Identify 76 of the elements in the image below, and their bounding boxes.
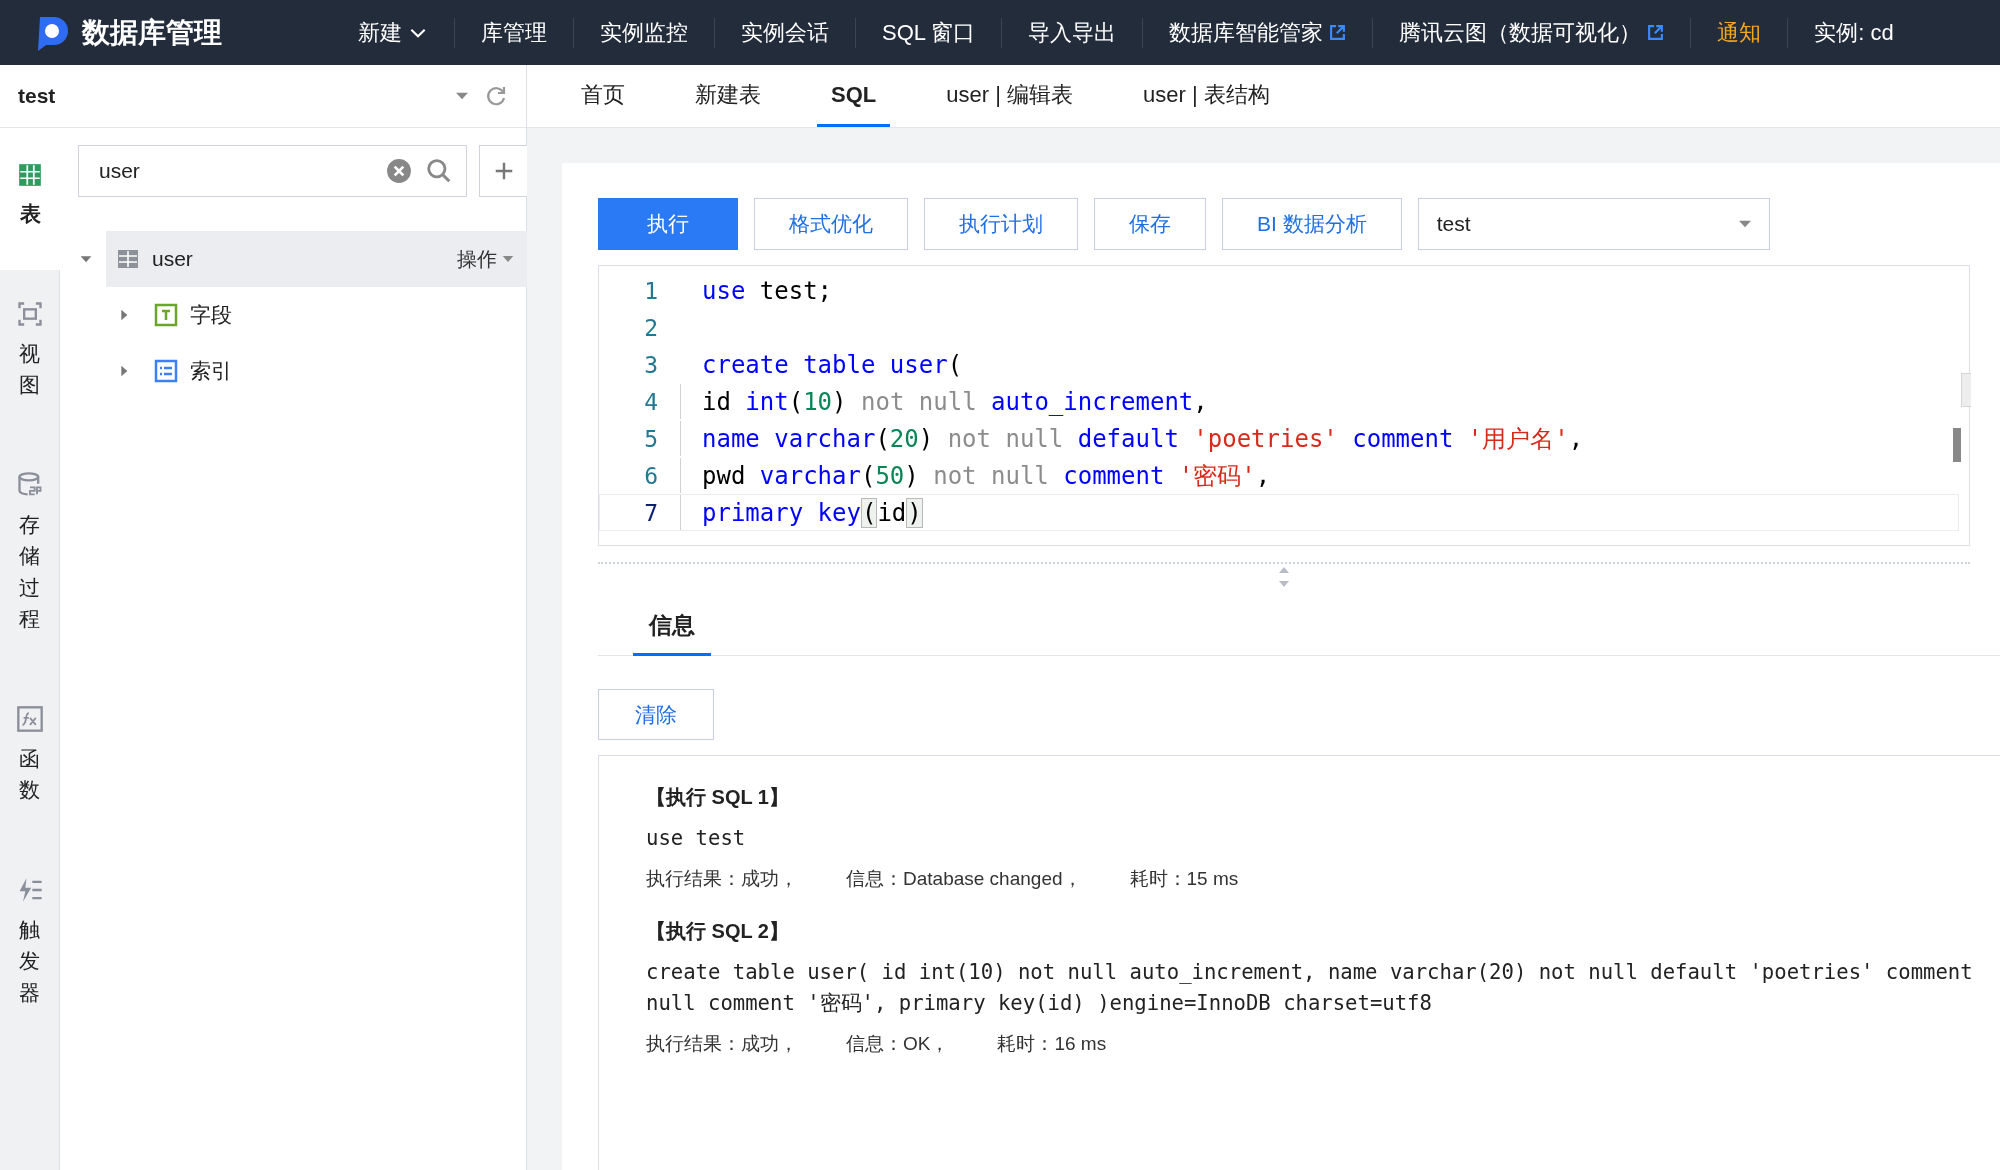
status-text: 信息：Database changed， xyxy=(846,867,1082,891)
result-title: 【执行 SQL 1】 xyxy=(646,785,790,810)
code-line: use test; xyxy=(702,276,833,305)
add-button[interactable] xyxy=(479,145,529,197)
menu-item[interactable]: 数据库智能管家 xyxy=(1142,17,1373,48)
menu-item[interactable]: 库管理 xyxy=(454,17,573,48)
external-link-icon xyxy=(1329,24,1347,41)
sql-text: null comment '密码', primary key(id) )engine=InnoDB charset=utf8 xyxy=(646,990,1433,1017)
external-link-icon xyxy=(1647,24,1665,41)
actions-menu[interactable]: 操作 xyxy=(457,245,515,273)
tab[interactable]: user | 编辑表 xyxy=(932,65,1087,127)
menu-item[interactable]: 导入导出 xyxy=(1001,17,1143,48)
clear-button[interactable]: 清除 xyxy=(598,689,714,740)
menu-item[interactable]: 实例监控 xyxy=(573,17,714,48)
line-number: 1 xyxy=(643,277,659,304)
function-icon xyxy=(15,704,44,733)
line-number: 3 xyxy=(643,351,659,378)
search-field[interactable]: user xyxy=(97,158,372,184)
status-text: 执行结果：成功， xyxy=(646,867,798,891)
rail-tab[interactable]: 触发器 xyxy=(0,845,59,1048)
status-text: 信息：OK， xyxy=(846,1032,950,1056)
code-line: name varchar(20) not null default 'poetries' comment '用户名', xyxy=(702,423,1584,455)
line-number: 6 xyxy=(643,462,659,489)
line-number: 2 xyxy=(643,314,659,341)
search-icon xyxy=(426,158,452,184)
database-name[interactable]: test xyxy=(18,84,440,108)
frame-icon xyxy=(15,299,44,328)
line-number: 4 xyxy=(643,388,659,415)
tree-item[interactable]: user 操作 xyxy=(106,231,529,287)
result-title: 【执行 SQL 2】 xyxy=(646,919,790,944)
tree-item[interactable]: 字段 xyxy=(144,287,529,343)
scrollbar[interactable] xyxy=(1953,428,1961,462)
toolbar-button[interactable]: 执行 xyxy=(598,198,738,250)
code-line: primary key(id) xyxy=(702,498,923,527)
status-text: 执行结果：成功， xyxy=(646,1032,798,1056)
rail-tab[interactable]: 视图 xyxy=(0,269,59,441)
toolbar-button[interactable]: BI 数据分析 xyxy=(1222,198,1402,250)
tab[interactable]: user | 表结构 xyxy=(1129,65,1284,127)
sql-text: create table user( id int(10) not null auto_increment, name varchar(20) not null default 'poetries' comment xyxy=(646,959,1974,986)
toolbar-button[interactable]: 格式优化 xyxy=(754,198,908,250)
rail-tab[interactable]: 存储过程 xyxy=(0,440,59,675)
text-field-icon xyxy=(154,303,178,327)
toolbar-button[interactable]: 保存 xyxy=(1094,198,1206,250)
rail-tab[interactable]: 函数 xyxy=(0,674,59,846)
code-line: id int(10) not null auto_increment, xyxy=(702,387,1208,416)
list-icon xyxy=(154,359,178,383)
code-line: pwd varchar(50) not null comment '密码', xyxy=(702,460,1271,492)
refresh-icon xyxy=(484,84,508,108)
tab[interactable]: 首页 xyxy=(567,65,639,127)
output-tab[interactable]: 信息 xyxy=(633,598,711,656)
tab[interactable]: 新建表 xyxy=(681,65,775,127)
toolbar-button[interactable]: 执行计划 xyxy=(924,198,1078,250)
code-line: create table user( xyxy=(702,350,963,379)
menu-item[interactable]: 实例会话 xyxy=(714,17,855,48)
clear-icon xyxy=(386,158,412,184)
menu-item[interactable]: 实例: cd xyxy=(1787,17,1920,48)
status-text: 耗时：16 ms xyxy=(997,1032,1107,1056)
tree-item[interactable]: 索引 xyxy=(144,343,529,399)
menu-item[interactable]: 通知 xyxy=(1690,17,1788,48)
rail-tab[interactable]: 表 xyxy=(0,128,60,270)
sql-text: use test xyxy=(646,825,747,852)
database-select[interactable]: test xyxy=(1417,198,1770,250)
table-icon xyxy=(116,247,140,271)
menu-item[interactable]: 新建 xyxy=(332,17,454,48)
menu-item[interactable]: SQL 窗口 xyxy=(855,17,1002,48)
tab[interactable]: SQL xyxy=(817,65,891,127)
collapse-handle[interactable] xyxy=(1961,373,1971,407)
app-title: 数据库管理 xyxy=(82,15,222,50)
status-text: 耗时：15 ms xyxy=(1129,867,1239,891)
grid-icon xyxy=(17,162,43,188)
code-editor[interactable]: 1 use test; 2 3 create table user( 4 id int(10) not null auto_increment, 5 name varchar(20) not null default 'poetries' comment '用户名', 6 pwd varchar(50) not null comment '密码', 7 primary key(id) xyxy=(598,265,1970,546)
search-box[interactable]: user xyxy=(78,145,467,197)
menu-item[interactable]: 腾讯云图（数据可视化） xyxy=(1372,17,1691,48)
line-number: 5 xyxy=(643,425,659,452)
plus-icon xyxy=(493,160,515,182)
line-number: 7 xyxy=(643,499,659,526)
